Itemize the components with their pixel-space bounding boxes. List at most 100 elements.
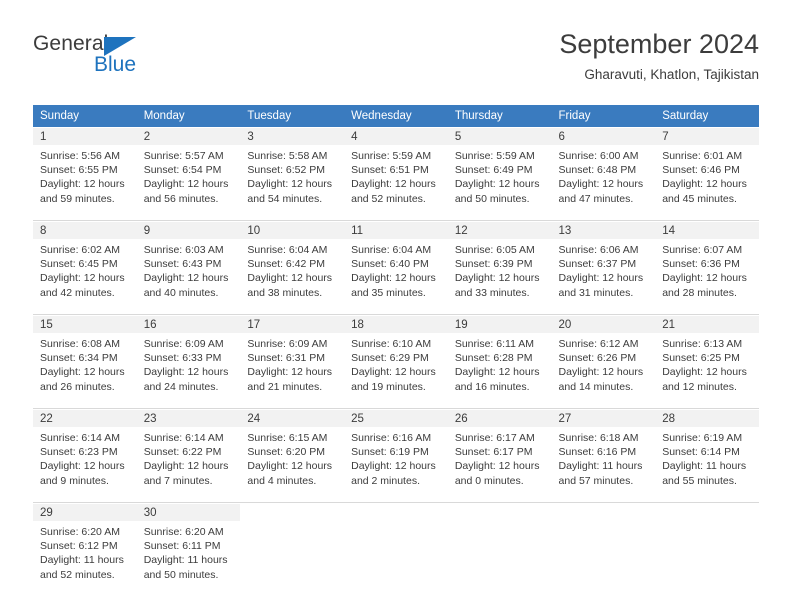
- day-cell[interactable]: 20 Sunrise: 6:12 AM Sunset: 6:26 PM Dayligh…: [551, 315, 656, 399]
- day-number: 27: [551, 410, 656, 427]
- week-spacer-cell: [33, 399, 759, 409]
- day-details: Sunrise: 6:18 AM Sunset: 6:16 PM Daylight:…: [552, 427, 656, 488]
- day-cell[interactable]: 12 Sunrise: 6:05 AM Sunset: 6:39 PM Dayligh…: [447, 221, 552, 305]
- day-sunset-text: Sunset: 6:52 PM: [247, 164, 326, 177]
- week-spacer: [33, 211, 759, 221]
- day-daylight2-text: and 2 minutes.: [351, 474, 420, 487]
- day-sunrise-text: Sunrise: 6:11 AM: [454, 338, 534, 350]
- day-number: [448, 504, 552, 521]
- day-daylight2-text: and 52 minutes.: [351, 192, 426, 205]
- day-sunset-text: Sunset: 6:37 PM: [558, 258, 637, 271]
- day-sunrise-text: Sunrise: 5:57 AM: [143, 150, 224, 162]
- calendar-week-row: 22 Sunrise: 6:14 AM Sunset: 6:23 PM Dayligh…: [33, 408, 759, 493]
- day-cell[interactable]: 4 Sunrise: 5:59 AM Sunset: 6:51 PM Daylight…: [344, 127, 448, 211]
- day-cell[interactable]: 13 Sunrise: 6:06 AM Sunset: 6:37 PM Dayligh…: [551, 221, 656, 305]
- day-number: 30: [136, 504, 241, 521]
- day-cell-empty: [344, 503, 448, 587]
- day-sunset-text: Sunset: 6:45 PM: [40, 258, 118, 271]
- day-cell[interactable]: 25 Sunrise: 6:16 AM Sunset: 6:19 PM Dayligh…: [344, 409, 448, 493]
- day-sunset-text: Sunset: 6:51 PM: [351, 164, 429, 177]
- day-cell[interactable]: 30 Sunrise: 6:20 AM Sunset: 6:11 PM Dayligh…: [136, 503, 241, 587]
- day-daylight1-text: Daylight: 12 hours: [351, 366, 436, 379]
- day-cell[interactable]: 18 Sunrise: 6:10 AM Sunset: 6:29 PM Dayligh…: [344, 315, 448, 399]
- day-daylight2-text: and 55 minutes.: [662, 474, 737, 487]
- day-cell[interactable]: 8 Sunrise: 6:02 AM Sunset: 6:45 PM Daylight…: [33, 221, 137, 305]
- day-sunrise-text: Sunrise: 6:04 AM: [247, 244, 328, 256]
- weekday-header-wednesday: Wednesday: [344, 105, 448, 127]
- day-cell[interactable]: 17 Sunrise: 6:09 AM Sunset: 6:31 PM Dayligh…: [240, 315, 345, 399]
- day-sunrise-text: Sunrise: 5:59 AM: [454, 150, 535, 162]
- day-sunrise-text: Sunrise: 6:20 AM: [40, 526, 120, 538]
- day-cell[interactable]: 22 Sunrise: 6:14 AM Sunset: 6:23 PM Dayligh…: [33, 409, 137, 493]
- day-sunset-text: Sunset: 6:33 PM: [143, 352, 222, 365]
- day-details: Sunrise: 6:04 AM Sunset: 6:42 PM Daylight:…: [240, 239, 344, 300]
- day-number: [240, 504, 344, 521]
- calendar-page: General Blue September 2024 Gharavuti, K…: [0, 0, 792, 612]
- day-daylight1-text: Daylight: 12 hours: [454, 272, 540, 285]
- day-daylight1-text: Daylight: 12 hours: [454, 366, 540, 379]
- day-sunset-text: Sunset: 6:20 PM: [247, 446, 326, 459]
- day-cell[interactable]: 6 Sunrise: 6:00 AM Sunset: 6:48 PM Daylight…: [551, 127, 656, 211]
- day-daylight2-text: and 50 minutes.: [143, 568, 219, 581]
- day-daylight2-text: and 14 minutes.: [558, 380, 634, 393]
- day-details: Sunrise: 6:02 AM Sunset: 6:45 PM Daylight:…: [33, 239, 137, 300]
- day-sunset-text: Sunset: 6:36 PM: [662, 258, 740, 271]
- day-cell[interactable]: 21 Sunrise: 6:13 AM Sunset: 6:25 PM Dayligh…: [655, 315, 759, 399]
- day-cell-empty: [240, 503, 345, 587]
- day-cell[interactable]: 27 Sunrise: 6:18 AM Sunset: 6:16 PM Dayligh…: [551, 409, 656, 493]
- calendar-body: 1 Sunrise: 5:56 AM Sunset: 6:55 PM Daylight…: [33, 127, 759, 596]
- day-sunset-text: Sunset: 6:12 PM: [40, 540, 118, 553]
- day-cell[interactable]: 24 Sunrise: 6:15 AM Sunset: 6:20 PM Dayligh…: [240, 409, 345, 493]
- day-cell[interactable]: 19 Sunrise: 6:11 AM Sunset: 6:28 PM Dayligh…: [447, 315, 552, 399]
- calendar-week-row: 15 Sunrise: 6:08 AM Sunset: 6:34 PM Dayligh…: [33, 314, 759, 399]
- day-cell[interactable]: 11 Sunrise: 6:04 AM Sunset: 6:40 PM Dayligh…: [344, 221, 448, 305]
- week-spacer: [33, 305, 759, 315]
- day-daylight2-text: and 52 minutes.: [40, 568, 115, 581]
- day-daylight2-text: and 31 minutes.: [558, 286, 634, 299]
- day-number: 24: [240, 410, 345, 427]
- day-details: Sunrise: 6:10 AM Sunset: 6:29 PM Daylight:…: [344, 333, 448, 394]
- day-sunset-text: Sunset: 6:23 PM: [40, 446, 118, 459]
- day-cell[interactable]: 7 Sunrise: 6:01 AM Sunset: 6:46 PM Daylight…: [655, 127, 759, 211]
- day-cell[interactable]: 23 Sunrise: 6:14 AM Sunset: 6:22 PM Dayligh…: [136, 409, 241, 493]
- day-details: Sunrise: 6:05 AM Sunset: 6:39 PM Daylight:…: [448, 239, 552, 300]
- day-cell[interactable]: 1 Sunrise: 5:56 AM Sunset: 6:55 PM Daylight…: [33, 127, 137, 211]
- day-sunrise-text: Sunrise: 6:14 AM: [143, 432, 224, 444]
- day-cell-empty: [551, 503, 656, 587]
- day-details: Sunrise: 6:09 AM Sunset: 6:33 PM Daylight:…: [137, 333, 241, 394]
- day-details: Sunrise: 6:11 AM Sunset: 6:28 PM Daylight:…: [448, 333, 552, 394]
- day-cell[interactable]: 10 Sunrise: 6:04 AM Sunset: 6:42 PM Dayligh…: [240, 221, 345, 305]
- day-number: 4: [344, 128, 448, 145]
- day-cell[interactable]: 3 Sunrise: 5:58 AM Sunset: 6:52 PM Daylight…: [240, 127, 345, 211]
- day-cell[interactable]: 15 Sunrise: 6:08 AM Sunset: 6:34 PM Dayligh…: [33, 315, 137, 399]
- day-number: 15: [33, 316, 137, 333]
- day-sunset-text: Sunset: 6:29 PM: [351, 352, 429, 365]
- day-cell[interactable]: 28 Sunrise: 6:19 AM Sunset: 6:14 PM Dayligh…: [655, 409, 759, 493]
- day-sunset-text: Sunset: 6:40 PM: [351, 258, 429, 271]
- day-details: Sunrise: 6:01 AM Sunset: 6:46 PM Daylight:…: [655, 145, 759, 206]
- day-cell[interactable]: 16 Sunrise: 6:09 AM Sunset: 6:33 PM Dayligh…: [136, 315, 241, 399]
- day-sunrise-text: Sunrise: 6:13 AM: [662, 338, 743, 350]
- day-number: 28: [655, 410, 759, 427]
- day-daylight2-text: and 28 minutes.: [662, 286, 737, 299]
- day-details: Sunrise: 6:16 AM Sunset: 6:19 PM Daylight:…: [344, 427, 448, 488]
- day-details: Sunrise: 6:14 AM Sunset: 6:23 PM Daylight:…: [33, 427, 137, 488]
- week-spacer: [33, 587, 759, 596]
- calendar-week-row: 8 Sunrise: 6:02 AM Sunset: 6:45 PM Daylight…: [33, 220, 759, 305]
- day-cell[interactable]: 14 Sunrise: 6:07 AM Sunset: 6:36 PM Dayligh…: [655, 221, 759, 305]
- day-cell[interactable]: 9 Sunrise: 6:03 AM Sunset: 6:43 PM Daylight…: [136, 221, 241, 305]
- day-cell[interactable]: 2 Sunrise: 5:57 AM Sunset: 6:54 PM Daylight…: [136, 127, 241, 211]
- weekday-header-sunday: Sunday: [33, 105, 137, 127]
- day-details: Sunrise: 6:04 AM Sunset: 6:40 PM Daylight:…: [344, 239, 448, 300]
- day-details: Sunrise: 5:59 AM Sunset: 6:49 PM Daylight:…: [448, 145, 552, 206]
- day-cell[interactable]: 29 Sunrise: 6:20 AM Sunset: 6:12 PM Dayligh…: [33, 503, 137, 587]
- day-sunset-text: Sunset: 6:46 PM: [662, 164, 740, 177]
- day-cell[interactable]: 26 Sunrise: 6:17 AM Sunset: 6:17 PM Dayligh…: [447, 409, 552, 493]
- day-daylight1-text: Daylight: 12 hours: [662, 272, 747, 285]
- weekday-header-friday: Friday: [551, 105, 656, 127]
- day-sunrise-text: Sunrise: 6:05 AM: [454, 244, 535, 256]
- day-cell[interactable]: 5 Sunrise: 5:59 AM Sunset: 6:49 PM Daylight…: [447, 127, 552, 211]
- week-spacer-cell: [33, 211, 759, 221]
- day-sunrise-text: Sunrise: 5:59 AM: [351, 150, 432, 162]
- day-sunrise-text: Sunrise: 5:56 AM: [40, 150, 120, 162]
